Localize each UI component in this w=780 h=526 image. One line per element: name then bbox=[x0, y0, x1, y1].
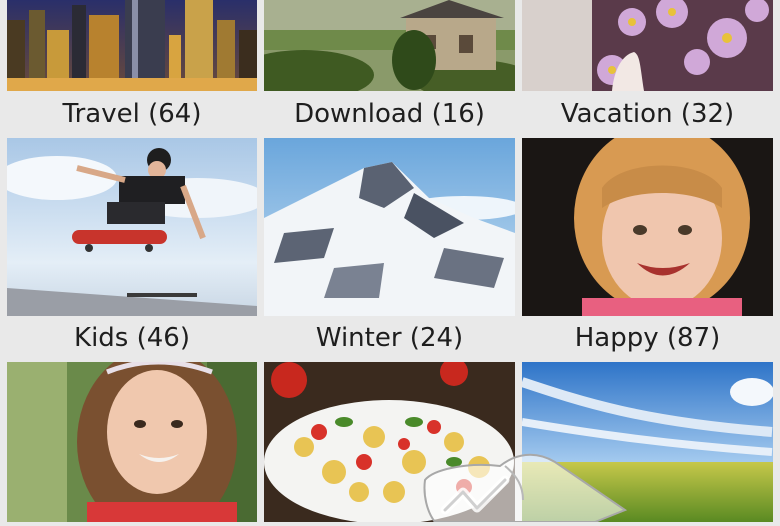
album-grid: Travel (64) Download (16) Vacation (32) … bbox=[0, 0, 780, 523]
album-thumbnail-happy bbox=[522, 138, 773, 316]
album-thumbnail-travel bbox=[7, 0, 257, 91]
album-thumbnail-girl bbox=[7, 362, 257, 522]
album-caption-download[interactable]: Download (16) bbox=[264, 97, 515, 131]
album-thumbnail-food bbox=[264, 362, 515, 522]
album-tile-travel[interactable] bbox=[7, 0, 257, 91]
album-caption-vacation[interactable]: Vacation (32) bbox=[522, 97, 773, 131]
album-caption-kids[interactable]: Kids (46) bbox=[7, 321, 257, 355]
album-tile-happy[interactable] bbox=[522, 138, 773, 316]
album-caption-travel[interactable]: Travel (64) bbox=[7, 97, 257, 131]
album-tile-download[interactable] bbox=[264, 0, 515, 91]
album-caption-happy[interactable]: Happy (87) bbox=[522, 321, 773, 355]
album-tile-girl[interactable] bbox=[7, 362, 257, 522]
album-tile-winter[interactable] bbox=[264, 138, 515, 316]
album-tile-vacation[interactable] bbox=[522, 0, 773, 91]
album-thumbnail-winter bbox=[264, 138, 515, 316]
album-thumbnail-vacation bbox=[522, 0, 773, 91]
album-tile-food[interactable] bbox=[264, 362, 515, 522]
album-thumbnail-kids bbox=[7, 138, 257, 316]
album-tile-field[interactable] bbox=[522, 362, 773, 522]
album-thumbnail-download bbox=[264, 0, 515, 91]
album-thumbnail-field bbox=[522, 362, 773, 522]
album-tile-kids[interactable] bbox=[7, 138, 257, 316]
album-caption-winter[interactable]: Winter (24) bbox=[264, 321, 515, 355]
